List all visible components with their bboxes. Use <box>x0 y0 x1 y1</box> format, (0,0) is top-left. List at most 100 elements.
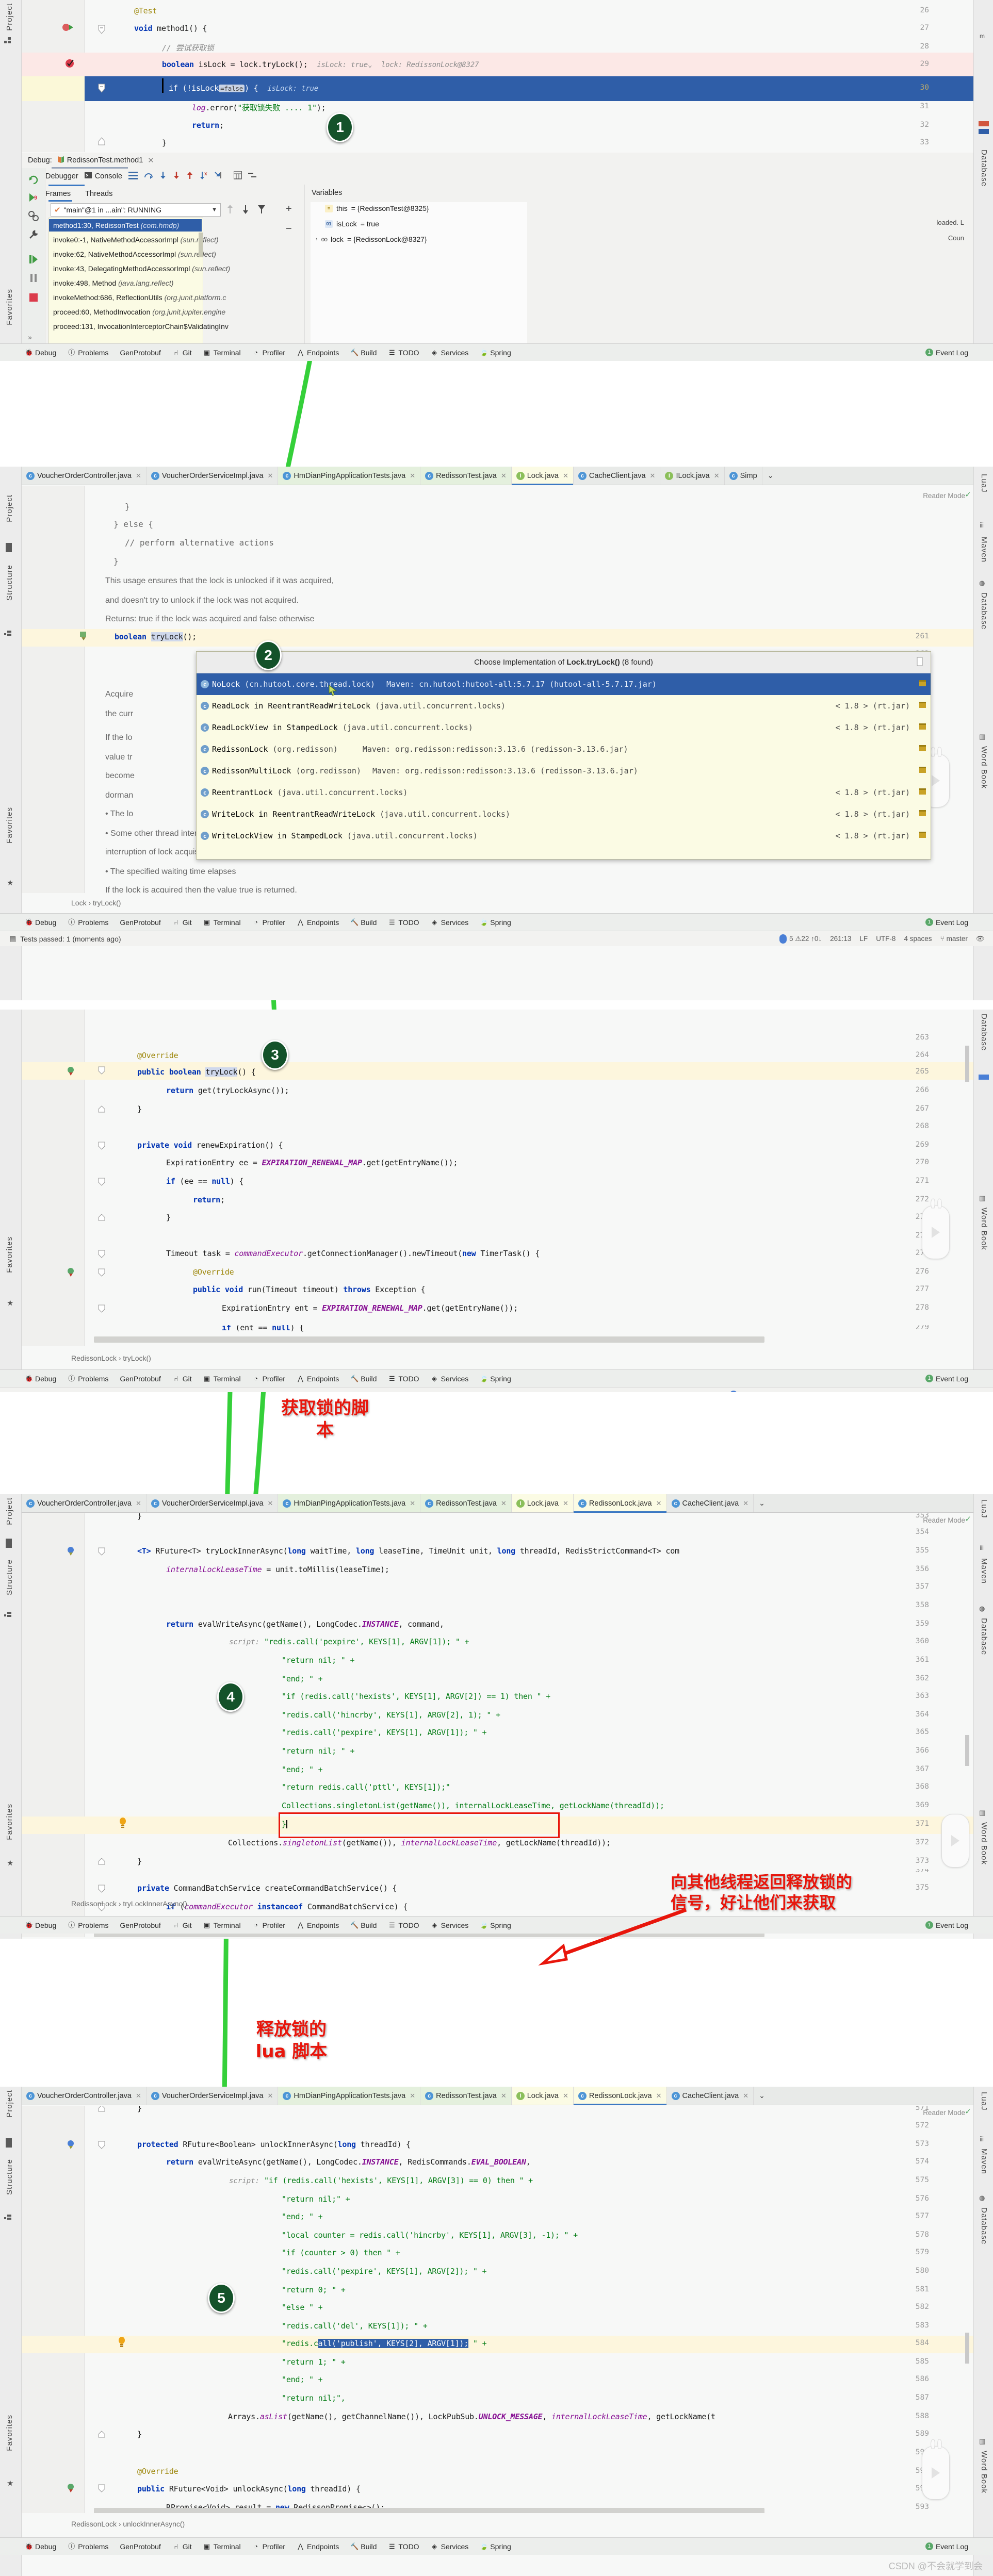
rail-label-project[interactable]: Project <box>5 2090 14 2118</box>
toolbar-item-spring[interactable]: 🍃 Spring <box>480 2542 511 2551</box>
file-encoding[interactable]: UTF-8 <box>837 1391 856 1392</box>
close-icon[interactable]: ✕ <box>268 472 273 480</box>
tab-hmdianping-application-tests[interactable]: c HmDianPingApplicationTests.java ✕ <box>278 1494 421 1512</box>
toolbar-item-problems[interactable]: ⓘ Problems <box>68 1375 108 1383</box>
toolbar-item-todo[interactable]: ☰ TODO <box>388 1375 419 1383</box>
fold-icon[interactable] <box>98 84 105 95</box>
frame-list-item[interactable]: proceed:60, MethodInvocation (org.junit.… <box>49 306 225 318</box>
close-icon[interactable]: ✕ <box>656 1499 662 1508</box>
overriding-method-icon[interactable] <box>67 1066 75 1078</box>
fold-icon[interactable] <box>98 1250 105 1261</box>
variable-row[interactable]: › oo lock = {RedissonLock@8327} <box>316 235 427 243</box>
close-icon[interactable]: ✕ <box>714 472 720 480</box>
rail-label-wordbook[interactable]: Word Book <box>980 746 988 789</box>
overriding-method-icon[interactable] <box>67 2483 75 2495</box>
rerun-icon[interactable] <box>28 174 39 186</box>
close-icon[interactable]: ✕ <box>743 2092 748 2100</box>
editor-breadcrumb[interactable]: RedissonLock › tryLockInnerAsync() <box>71 1900 187 1908</box>
rail-label-luaj[interactable]: LuaJ <box>980 1499 988 1518</box>
frame-list-item[interactable]: method1:30, RedissonTest (com.hmdp) <box>49 219 202 232</box>
toolbar-item-spring[interactable]: 🍃 Spring <box>480 918 511 927</box>
tab-cache-client[interactable]: c CacheClient.java ✕ <box>667 2087 754 2105</box>
toolbar-item-problems[interactable]: ⓘ Problems <box>68 2542 108 2551</box>
close-icon[interactable]: ✕ <box>410 1499 415 1508</box>
toolbar-item-endpoints[interactable]: ⋀ Endpoints <box>297 1375 339 1383</box>
toolbar-item-services[interactable]: ◈ Services <box>431 349 468 357</box>
editor-gutter-5[interactable] <box>22 2106 85 2513</box>
fold-icon[interactable] <box>98 1885 105 1895</box>
fold-icon[interactable] <box>98 1105 105 1115</box>
fold-icon[interactable] <box>98 1268 105 1279</box>
toolbar-item-terminal[interactable]: ▣ Terminal <box>203 918 241 927</box>
rail-label-favorites[interactable]: Favorites <box>5 1804 14 1840</box>
editor-scrollbar[interactable] <box>965 1046 969 1082</box>
close-icon[interactable]: ✕ <box>410 2092 415 2100</box>
structure-bar-icon[interactable] <box>6 543 12 552</box>
structure-icon[interactable] <box>4 2215 12 2224</box>
settings-wrench-icon[interactable] <box>28 229 39 240</box>
rail-label-project[interactable]: Project <box>5 1497 14 1525</box>
caret-position[interactable]: 261:13 <box>830 935 851 943</box>
line-separator[interactable]: CRLF <box>810 1391 828 1392</box>
rail-label-structure[interactable]: Structure <box>5 1559 14 1595</box>
fold-icon[interactable] <box>98 2484 105 2495</box>
expand-rail-icon[interactable]: » <box>28 333 39 344</box>
layout-icon[interactable] <box>128 171 138 181</box>
variable-row[interactable]: 01 isLock = true <box>325 220 379 228</box>
tab-cache-client[interactable]: c CacheClient.java ✕ <box>667 1494 754 1512</box>
rail-label-wordbook[interactable]: Word Book <box>980 1822 988 1865</box>
tab-debugger[interactable]: Debugger <box>45 172 78 180</box>
maven-icon[interactable]: ⅲ <box>980 2135 984 2143</box>
tab-redissonlock-java[interactable]: c RedissonLock.java ✕ <box>573 2087 667 2105</box>
structure-bar-icon[interactable] <box>6 2138 12 2148</box>
rail-label-database[interactable]: Database <box>980 1618 988 1655</box>
toolbar-item-profiler[interactable]: ◔ Profiler <box>252 918 285 927</box>
toolbar-item-profiler[interactable]: ◔ Profiler <box>252 1921 285 1929</box>
editor-gutter-4[interactable] <box>22 1513 85 1869</box>
overriding-method-icon[interactable] <box>67 1267 75 1279</box>
popup-list-item[interactable]: c NoLock (cn.hutool.core.thread.lock) Ma… <box>197 673 931 695</box>
tab-overflow-chevron-icon[interactable]: ⌄ <box>762 467 779 485</box>
maven-icon[interactable]: ⅲ <box>980 1544 984 1552</box>
toolbar-item-profiler[interactable]: ◔ Profiler <box>252 2542 285 2551</box>
file-encoding[interactable]: UTF-8 <box>876 935 896 943</box>
frame-list-item[interactable]: invoke0:-1, NativeMethodAccessorImpl (su… <box>49 234 219 246</box>
close-icon[interactable]: ✕ <box>268 2092 273 2100</box>
toolbar-item-endpoints[interactable]: ⋀ Endpoints <box>297 918 339 927</box>
rail-label-luaj[interactable]: LuaJ <box>980 2092 988 2111</box>
maven-icon[interactable]: ⅲ <box>980 521 984 530</box>
toolbar-item-endpoints[interactable]: ⋀ Endpoints <box>297 2542 339 2551</box>
toolbar-item-debug[interactable]: 🐞 Debug <box>25 2542 56 2551</box>
step-over-icon[interactable] <box>144 171 153 181</box>
toolbar-item-services[interactable]: ◈ Services <box>431 1375 468 1383</box>
frame-list-item[interactable]: invokeMethod:686, ReflectionUtils (org.j… <box>49 291 226 304</box>
tab-threads[interactable]: Threads <box>85 190 112 198</box>
add-watch-icon[interactable]: + <box>286 203 292 215</box>
evaluate-expression-icon[interactable] <box>233 171 242 181</box>
close-icon[interactable]: ✕ <box>656 2092 662 2100</box>
frame-list-item[interactable]: invoke:498, Method (java.lang.reflect) <box>49 277 173 289</box>
rail-label-favorites[interactable]: Favorites <box>5 2415 14 2451</box>
resume-program-icon[interactable]: 9 <box>28 192 39 203</box>
toolbar-item-build[interactable]: 🔨 Build <box>350 349 377 357</box>
event-log-button[interactable]: 1 Event Log <box>925 2542 968 2551</box>
reader-mode-check-icon[interactable]: ✓ <box>965 490 971 499</box>
word-book-widget[interactable] <box>922 2439 950 2500</box>
rail-label-maven[interactable]: Maven <box>980 537 988 563</box>
structure-icon[interactable] <box>4 37 11 44</box>
reader-mode-check-icon[interactable]: ✓ <box>965 2107 971 2116</box>
rail-label-favorites[interactable]: Favorites <box>5 1236 14 1273</box>
toolbar-item-build[interactable]: 🔨 Build <box>350 1375 377 1383</box>
popup-list-item[interactable]: c WriteLock in ReentrantReadWriteLock (j… <box>197 803 931 825</box>
tab-voucher-order-controller[interactable]: c VoucherOrderController.java ✕ <box>22 2087 146 2105</box>
editor-gutter-3b[interactable] <box>22 1325 85 1346</box>
fold-icon[interactable] <box>98 1214 105 1224</box>
rail-label-database[interactable]: Database <box>980 592 988 630</box>
structure-bar-icon[interactable] <box>6 1539 12 1548</box>
rail-label-wordbook[interactable]: Word Book <box>980 2451 988 2494</box>
toolbar-item-git[interactable]: ⑁ Git <box>172 1375 191 1383</box>
stop-icon[interactable] <box>28 292 39 303</box>
close-icon[interactable]: ✕ <box>268 1499 273 1508</box>
tab-overflow-chevron-icon[interactable]: ⌄ <box>754 1494 770 1512</box>
fold-icon[interactable] <box>98 1858 105 1868</box>
